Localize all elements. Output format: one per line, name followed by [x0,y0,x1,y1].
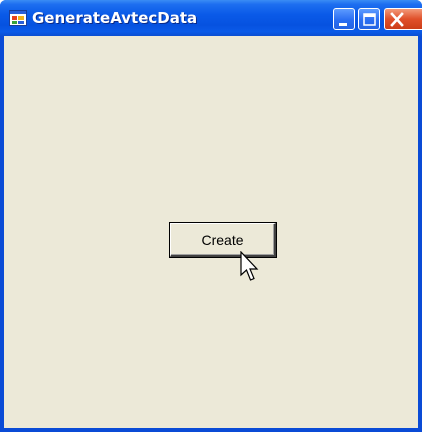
app-icon [9,10,27,26]
title-bar[interactable]: GenerateAvtecData [0,0,422,36]
close-icon [390,12,404,27]
minimize-button[interactable] [333,8,355,30]
minimize-icon [339,23,347,26]
maximize-icon [363,13,376,26]
app-window: GenerateAvtecData Create [0,0,422,432]
close-button[interactable] [384,8,422,30]
maximize-button[interactable] [358,8,380,30]
window-title: GenerateAvtecData [32,9,198,27]
create-button[interactable]: Create [169,222,277,258]
